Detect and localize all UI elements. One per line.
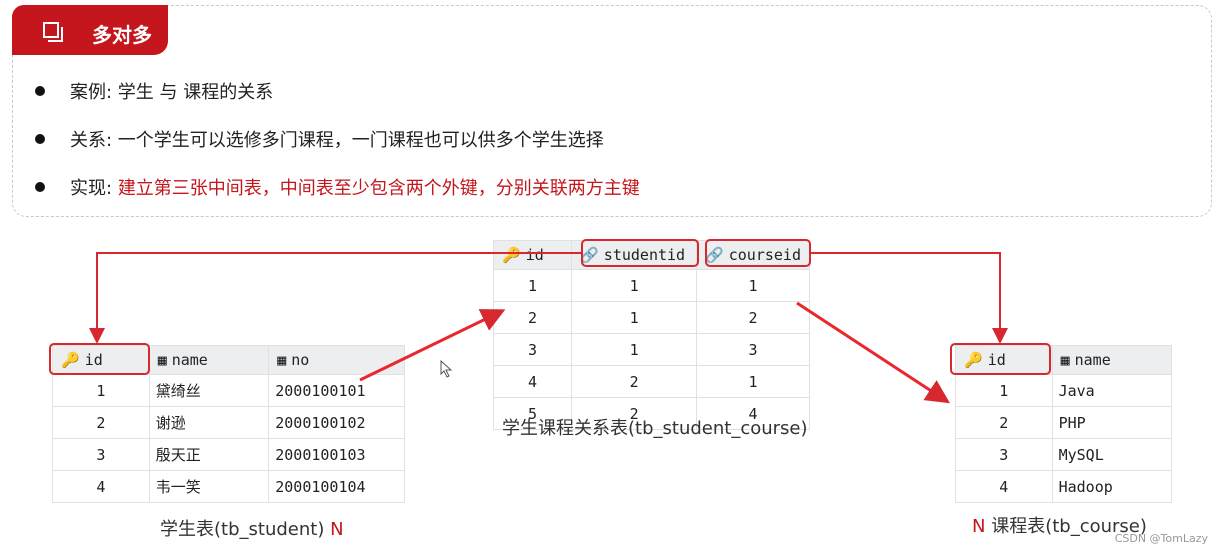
relationship-arrows [89, 252, 1008, 404]
link-to-course-arrow [796, 301, 951, 404]
courseid-to-course-id-connector [811, 252, 1008, 344]
watermark: CSDN @TomLazy [1114, 532, 1208, 545]
studentid-to-student-id-connector [89, 252, 581, 344]
student-to-link-arrow [359, 309, 506, 382]
mouse-cursor-icon [440, 360, 453, 378]
